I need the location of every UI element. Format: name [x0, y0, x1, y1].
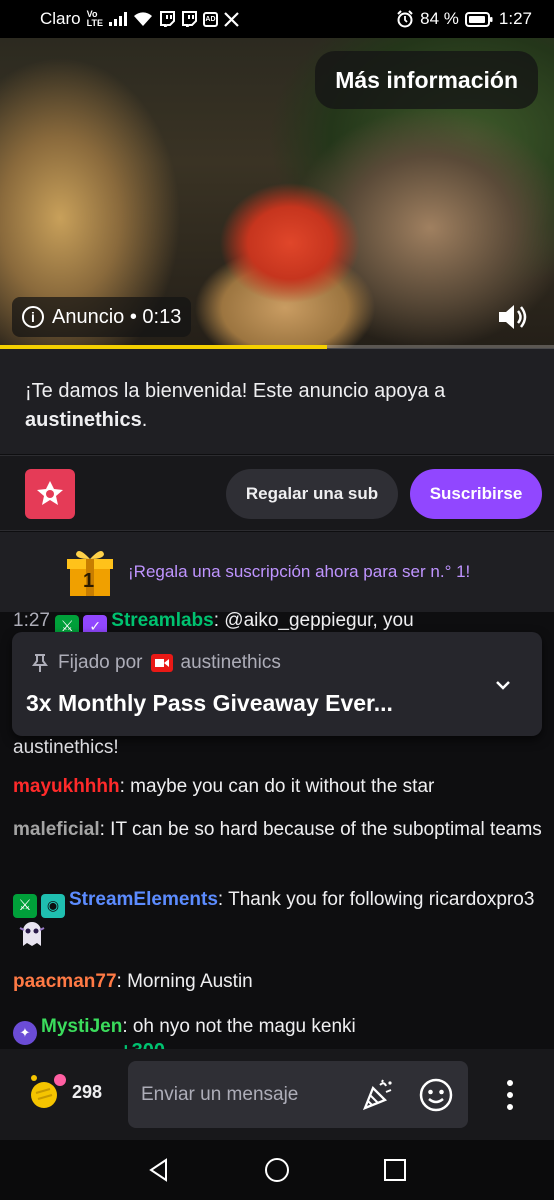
gift-sub-button[interactable]: Regalar una sub: [226, 469, 398, 519]
subscribe-button[interactable]: Suscribirse: [410, 469, 542, 519]
info-icon: i: [22, 306, 44, 328]
pin-icon: [32, 654, 48, 672]
battery-percent: 84 %: [420, 9, 459, 28]
bot-badge-icon: ◉: [41, 893, 65, 918]
pinned-by-user[interactable]: austinethics: [181, 652, 281, 674]
twitch-icon: [159, 11, 175, 27]
alarm-icon: [396, 10, 414, 28]
chat-message: ✦ MystiJen: oh nyo not the magu kenki: [13, 1012, 543, 1045]
chat-timestamp: 1:27: [13, 612, 50, 631]
party-popper-icon[interactable]: [362, 1079, 394, 1111]
chat-text: : IT can be so hard because of the subop…: [99, 819, 542, 840]
chat-username[interactable]: maleficial: [13, 819, 100, 840]
welcome-suffix: .: [141, 409, 148, 431]
wifi-icon: [133, 11, 153, 27]
video-player[interactable]: Más información i Anuncio • 0:13: [0, 38, 554, 348]
carrier-name: Claro: [40, 9, 81, 28]
chat-area[interactable]: 1:27 ⚔ ✓ Streamlabs: @aiko_geppiegur, you …: [0, 612, 554, 1052]
x-icon: [224, 11, 239, 27]
streamer-logo-icon[interactable]: [25, 469, 75, 519]
pinned-title: 3x Monthly Pass Giveaway Ever...: [26, 690, 393, 716]
welcome-text: ¡Te damos la bienvenida! Este anuncio ap…: [25, 380, 446, 402]
ad-icon: AD: [202, 11, 218, 27]
chat-text: : @aiko_geppiegur, you: [213, 612, 414, 631]
volume-icon[interactable]: [496, 300, 530, 334]
welcome-message: ¡Te damos la bienvenida! Este anuncio ap…: [0, 349, 554, 454]
bits-count: 298: [72, 1081, 103, 1102]
chat-message-field[interactable]: [128, 1061, 468, 1128]
status-bar: Claro Vo LTE AD 84 % 1:27: [0, 0, 554, 38]
ad-badge: i Anuncio • 0:13: [12, 297, 192, 337]
chat-username[interactable]: paacman77: [13, 971, 117, 992]
volte-indicator: Vo LTE: [86, 9, 103, 28]
clock: 1:27: [498, 9, 532, 28]
chat-text: : oh nyo not the magu kenki: [122, 1016, 356, 1037]
system-nav-bar: [0, 1140, 554, 1200]
chat-text: : Thank you for following ricardoxpro3: [217, 889, 535, 910]
gift-promo-text: ¡Regala una suscripción ahora para ser n…: [128, 562, 471, 581]
chat-message: mayukhhhh: maybe you can do it without t…: [13, 772, 543, 801]
more-options-icon[interactable]: [500, 1077, 520, 1113]
coin-icon: [31, 1074, 66, 1108]
pinned-by-label: Fijado por: [58, 652, 143, 673]
chat-message-partial: austinethics!: [13, 733, 543, 762]
chat-username[interactable]: MystiJen: [41, 1016, 122, 1037]
chat-text: : maybe you can do it without the star: [119, 776, 435, 797]
home-icon[interactable]: [264, 1157, 290, 1183]
moderator-badge-icon: ⚔: [13, 893, 37, 918]
chat-message: paacman77: Morning Austin: [13, 967, 543, 996]
gift-rank: 1: [83, 570, 95, 592]
ghost-emote-icon: [17, 918, 47, 948]
broadcaster-badge-icon: [150, 654, 173, 672]
sub-badge-icon: ✦: [13, 1020, 37, 1045]
action-row: Regalar una sub Suscribirse: [0, 455, 554, 531]
chat-username[interactable]: Streamlabs: [111, 612, 213, 631]
gift-promo-banner[interactable]: 1 ¡Regala una suscripción ahora para ser…: [0, 532, 554, 612]
chat-message: maleficial: IT can be so hard because of…: [13, 815, 543, 844]
ad-label: Anuncio • 0:13: [52, 305, 182, 328]
pinned-message[interactable]: Fijado por austinethics 3x Monthly Pass …: [12, 632, 542, 736]
gift-box-icon: 1: [64, 546, 116, 598]
emote-picker-icon[interactable]: [418, 1077, 454, 1113]
chat-username[interactable]: mayukhhhh: [13, 776, 120, 797]
chevron-down-icon[interactable]: [494, 676, 512, 694]
bits-button[interactable]: 298: [26, 1071, 102, 1113]
twitch-icon: [181, 11, 197, 27]
recent-apps-icon[interactable]: [382, 1157, 408, 1183]
welcome-channel[interactable]: austinethics: [25, 409, 142, 431]
chat-text: : Morning Austin: [116, 971, 253, 992]
back-icon[interactable]: [146, 1157, 172, 1183]
chat-text: austinethics!: [13, 737, 119, 758]
more-info-button[interactable]: Más información: [315, 51, 538, 109]
chat-input-bar: 298: [0, 1049, 554, 1140]
signal-icon: [108, 12, 127, 26]
chat-username[interactable]: StreamElements: [69, 889, 218, 910]
chat-message: ⚔ ◉ StreamElements: Thank you for followin…: [13, 885, 543, 950]
chat-message-input[interactable]: [141, 1083, 341, 1106]
battery-icon: [464, 11, 493, 27]
